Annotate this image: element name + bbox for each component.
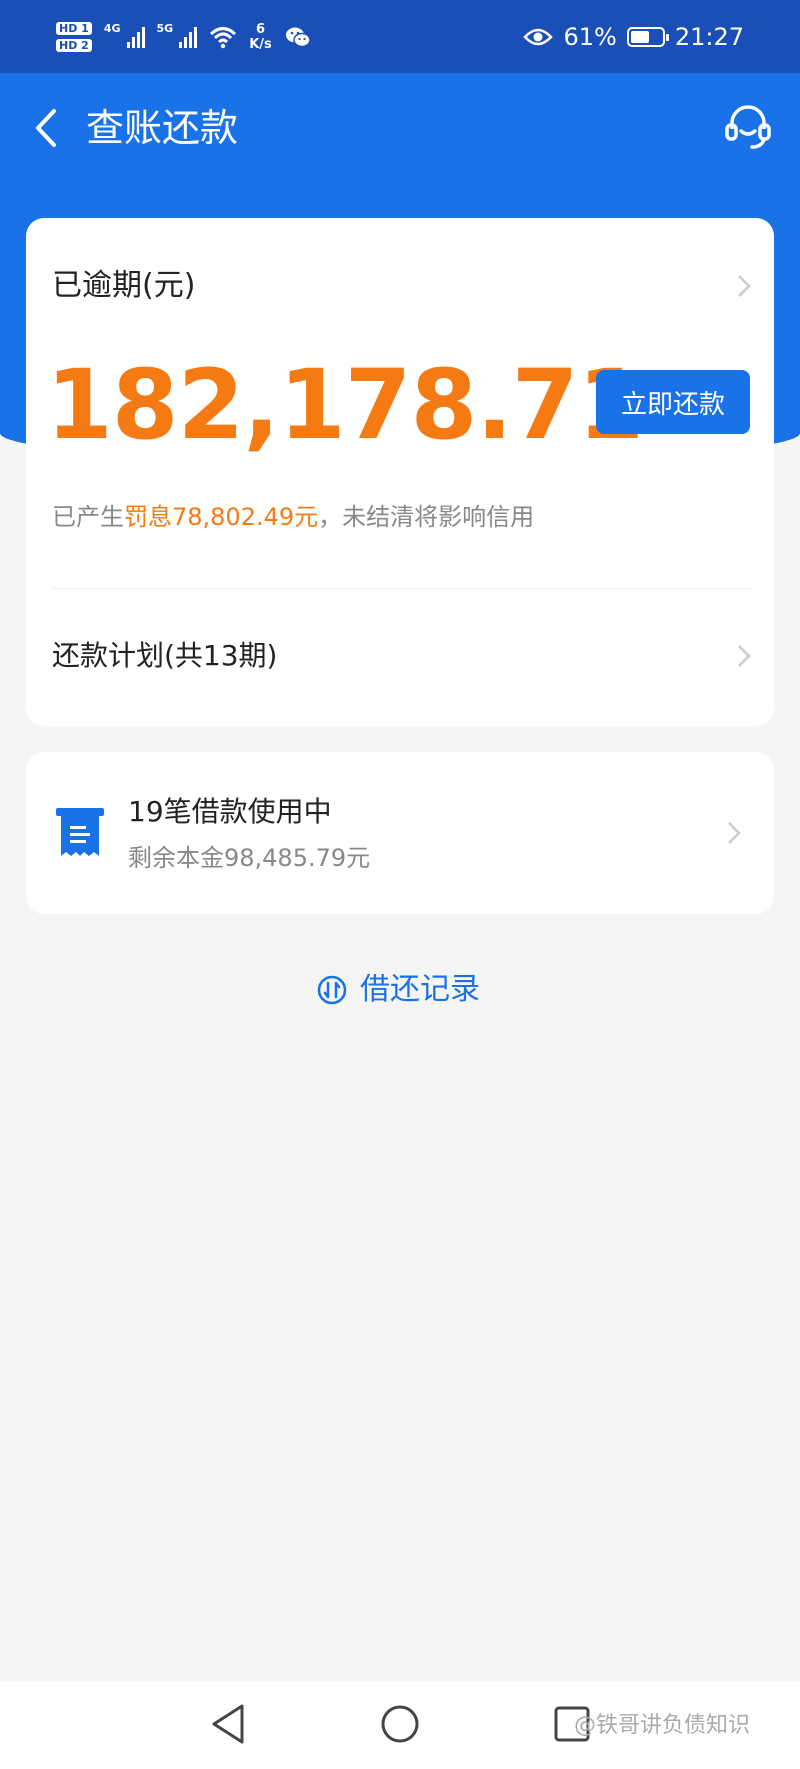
overdue-label: 已逾期(元) <box>52 268 196 303</box>
nav-bar: 查账还款 <box>0 73 800 183</box>
overdue-amount: 182,178.71 <box>46 349 644 461</box>
back-arrow-icon[interactable] <box>26 103 66 153</box>
penalty-suffix: ，未结清将影响信用 <box>318 503 535 531</box>
penalty-notice: 已产生罚息78,802.49元，未结清将影响信用 <box>52 500 534 534</box>
penalty-prefix: 已产生 <box>52 503 124 531</box>
hd2-badge: HD 2 <box>56 38 92 52</box>
penalty-amount: 罚息78,802.49元 <box>124 503 319 531</box>
signal-icon <box>126 26 145 48</box>
hd1-badge: HD 1 <box>56 21 92 35</box>
battery-fill <box>630 30 650 43</box>
chevron-right-icon <box>738 645 751 667</box>
chevron-right-icon <box>738 275 751 297</box>
divider <box>52 588 752 589</box>
repayment-plan-label: 还款计划(共13期) <box>52 639 278 672</box>
network-5g-label: 5G <box>156 21 174 35</box>
history-link[interactable]: 借还记录 <box>316 968 480 1012</box>
loans-title: 19笔借款使用中 <box>128 795 332 828</box>
overdue-card: 已逾期(元) 182,178.71 立即还款 已产生罚息78,802.49元，未… <box>26 218 774 726</box>
speed-value: 6 <box>255 21 265 37</box>
wifi-icon <box>210 26 237 48</box>
wechat-icon <box>285 27 311 47</box>
status-right: 61% 21:27 <box>523 23 744 51</box>
speed-unit: K/s <box>249 36 272 52</box>
clock: 21:27 <box>674 22 744 51</box>
watermark: @铁哥讲负债知识 <box>574 1713 751 1738</box>
overdue-row[interactable]: 已逾期(元) <box>52 266 752 306</box>
receipt-icon <box>56 808 104 856</box>
status-bar: HD 1 HD 2 4G 5G 6 K/s 61% 21:27 <box>0 0 800 73</box>
hd-indicator: HD 1 HD 2 <box>56 21 92 52</box>
network-speed: 6 K/s <box>249 22 272 52</box>
repayment-plan-row[interactable]: 还款计划(共13期) <box>52 636 752 676</box>
eye-icon <box>523 28 554 45</box>
loans-card[interactable]: 19笔借款使用中 剩余本金98,485.79元 <box>26 752 774 914</box>
repay-now-button[interactable]: 立即还款 <box>596 370 750 434</box>
exchange-icon <box>317 975 347 1005</box>
network-4g-label: 4G <box>103 21 121 35</box>
battery-percent: 61% <box>563 22 617 51</box>
system-nav-bar: @铁哥讲负债知识 <box>0 1682 800 1769</box>
nav-back-icon[interactable] <box>208 1702 248 1746</box>
signal-icon-2 <box>179 26 198 48</box>
customer-service-icon[interactable] <box>722 101 774 153</box>
history-label: 借还记录 <box>360 972 480 1007</box>
chevron-right-icon <box>728 822 741 844</box>
status-left: HD 1 HD 2 4G 5G 6 K/s <box>56 21 312 52</box>
nav-home-icon[interactable] <box>380 1702 420 1746</box>
remaining-principal: 剩余本金98,485.79元 <box>128 844 371 872</box>
page-title: 查账还款 <box>86 106 239 150</box>
battery-icon <box>626 26 669 47</box>
